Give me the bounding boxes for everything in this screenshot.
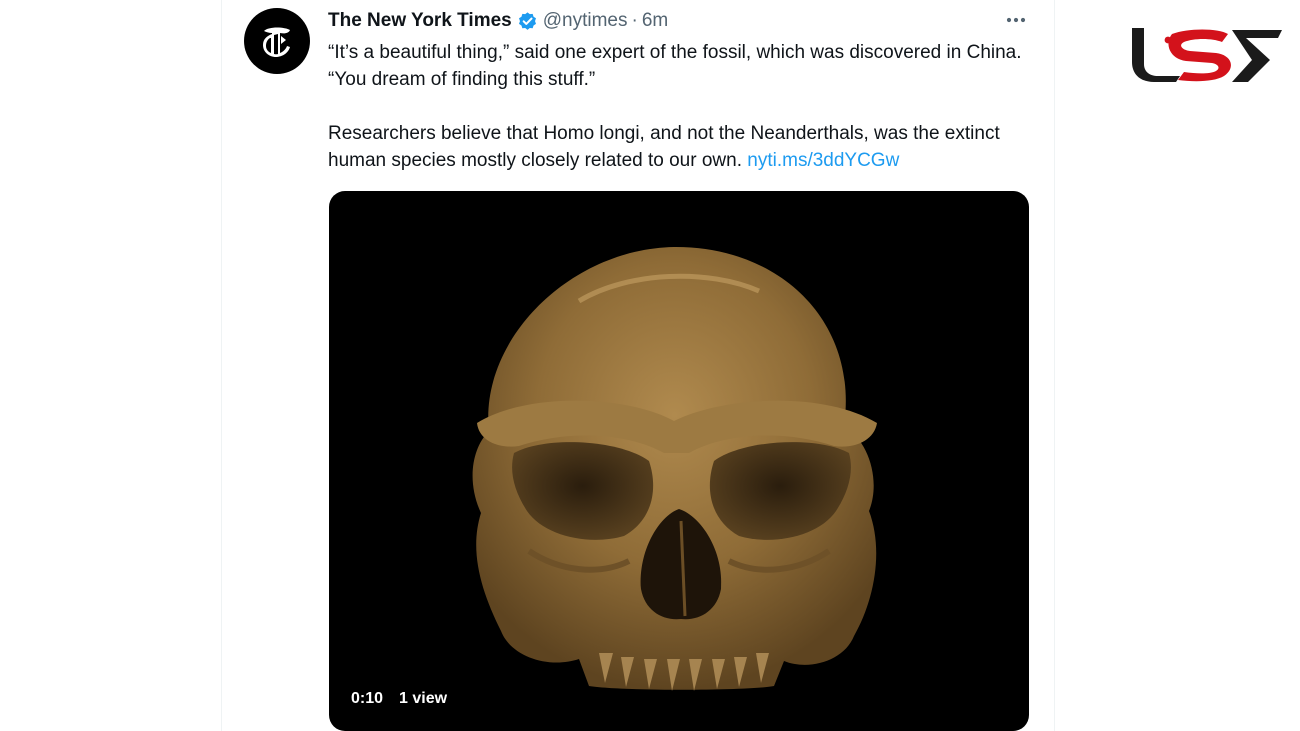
author-handle[interactable]: @nytimes [543,10,628,32]
author-display-name[interactable]: The New York Times [328,10,512,32]
video-duration: 0:10 [351,690,384,707]
tweet-paragraph-2: Researchers believe that Homo longi, and… [328,120,1038,174]
video-player[interactable] [329,191,1029,731]
more-options-button[interactable] [1002,10,1030,30]
article-link[interactable]: nyti.ms/3ddYCGw [747,150,899,171]
verified-badge-icon [517,11,538,32]
more-dots-icon [1006,17,1026,23]
page: The New York Times @nytimes · 6m “It’s a… [0,0,1300,731]
nyt-t-logo-icon [263,27,290,57]
author-avatar[interactable] [244,8,310,74]
site-logo-icon [1132,28,1282,82]
video-views: 1 view [399,690,448,707]
video-meta: 0:10 1 view [351,690,447,708]
skull-fossil-icon [472,246,877,691]
site-logo[interactable] [1128,20,1284,90]
separator-dot: · [631,10,638,31]
tweet-timestamp[interactable]: 6m [642,10,668,32]
tweet-header: The New York Times @nytimes · 6m [328,8,668,34]
tweet-text: “It’s a beautiful thing,” said one exper… [328,39,1038,174]
tweet-paragraph-1: “It’s a beautiful thing,” said one exper… [328,42,1022,90]
